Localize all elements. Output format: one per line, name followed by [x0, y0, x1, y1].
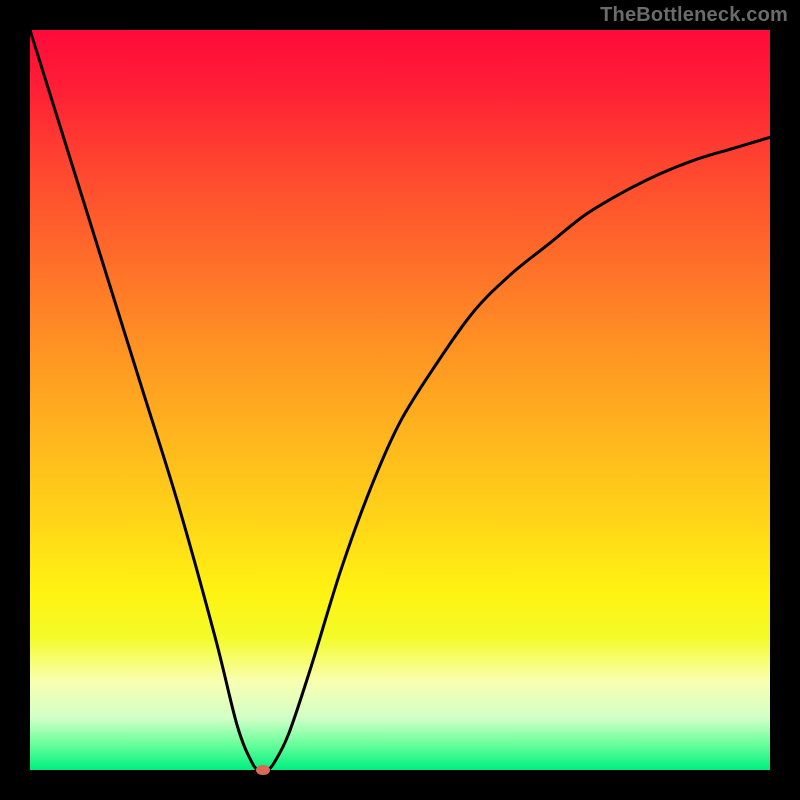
optimum-marker: [256, 765, 270, 775]
plot-area: [30, 30, 770, 770]
curve-svg: [30, 30, 770, 770]
chart-frame: TheBottleneck.com: [0, 0, 800, 800]
watermark-text: TheBottleneck.com: [600, 4, 788, 27]
bottleneck-curve: [30, 30, 770, 770]
